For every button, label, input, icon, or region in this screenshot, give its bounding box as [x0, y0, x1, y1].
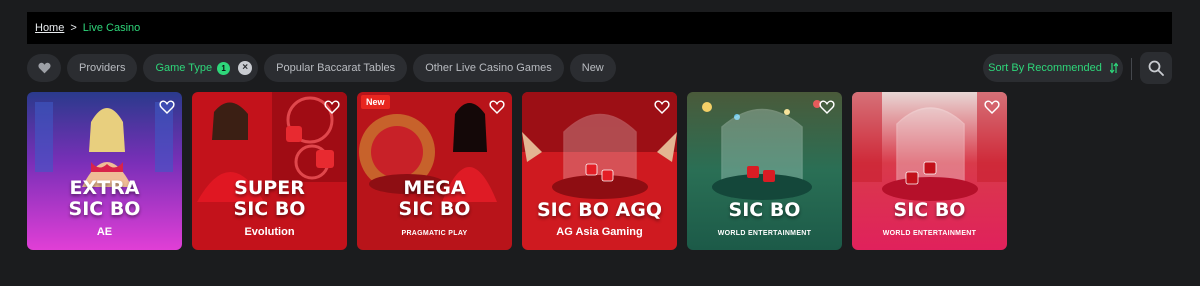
game-card-mega-sic-bo[interactable]: New MEGA SIC BO PRAGMATIC PLAY [357, 92, 512, 250]
filter-bar: Providers Game Type 1 × Popular Baccarat… [27, 54, 616, 82]
favorite-heart-icon[interactable] [819, 99, 835, 115]
favorite-heart-icon[interactable] [324, 99, 340, 115]
provider-logo: PRAGMATIC PLAY [401, 230, 468, 237]
favorite-heart-icon[interactable] [489, 99, 505, 115]
clear-filter-icon[interactable]: × [238, 61, 253, 75]
provider-logo: AG Asia Gaming [556, 226, 643, 238]
sort-dropdown[interactable]: Sort By Recommended [983, 54, 1123, 82]
toolbar-divider [1131, 58, 1132, 80]
favorite-heart-icon[interactable] [984, 99, 1000, 115]
game-title: EXTRA SIC BO [68, 177, 141, 220]
sort-arrows-icon [1109, 62, 1118, 74]
provider-logo: WORLD ENTERTAINMENT [717, 230, 812, 237]
game-type-label: Game Type [155, 62, 213, 74]
provider-logo: WORLD ENTERTAINMENT [882, 230, 977, 237]
popular-baccarat-filter-button[interactable]: Popular Baccarat Tables [264, 54, 408, 82]
heart-icon [37, 62, 51, 74]
new-filter-button[interactable]: New [569, 54, 616, 82]
card-artwork [357, 92, 512, 250]
game-type-count-badge: 1 [217, 61, 231, 75]
breadcrumb-separator: > [70, 22, 77, 34]
breadcrumb: Home > Live Casino [27, 12, 1172, 44]
game-card-super-sic-bo[interactable]: SUPER SIC BO Evolution [192, 92, 347, 250]
favorite-heart-icon[interactable] [654, 99, 670, 115]
favorites-filter-button[interactable] [27, 54, 61, 82]
card-artwork [687, 92, 842, 250]
provider-logo: AE [96, 226, 113, 238]
breadcrumb-current: Live Casino [82, 22, 141, 34]
sort-label: Sort By Recommended [988, 62, 1102, 74]
breadcrumb-home-link[interactable]: Home [35, 22, 64, 34]
new-badge: New [361, 95, 390, 109]
search-button[interactable] [1140, 52, 1172, 84]
game-card-sic-bo-world-red[interactable]: SIC BO WORLD ENTERTAINMENT [852, 92, 1007, 250]
game-card-sic-bo-agq[interactable]: SIC BO AGQ AG Asia Gaming [522, 92, 677, 250]
game-title: SIC BO [728, 199, 801, 221]
card-artwork [852, 92, 1007, 250]
game-card-extra-sic-bo[interactable]: EXTRA SIC BO AE [27, 92, 182, 250]
game-card-sic-bo-world[interactable]: SIC BO WORLD ENTERTAINMENT [687, 92, 842, 250]
favorite-heart-icon[interactable] [159, 99, 175, 115]
provider-logo: Evolution [244, 226, 295, 238]
game-title: SUPER SIC BO [233, 177, 306, 220]
game-title: MEGA SIC BO [398, 177, 471, 220]
game-type-filter-button[interactable]: Game Type 1 × [143, 54, 259, 82]
other-live-games-filter-button[interactable]: Other Live Casino Games [413, 54, 564, 82]
game-title: SIC BO [893, 199, 966, 221]
game-title: SIC BO AGQ [536, 199, 662, 221]
providers-filter-button[interactable]: Providers [67, 54, 138, 82]
search-icon [1148, 60, 1164, 76]
